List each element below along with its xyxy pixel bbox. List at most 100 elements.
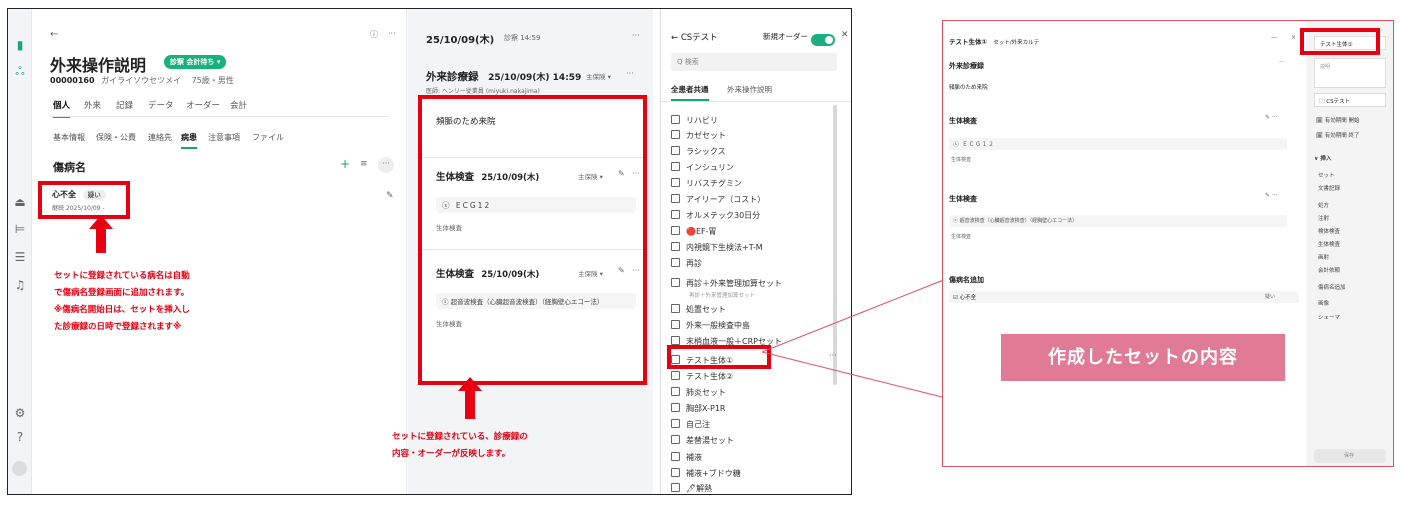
set-item[interactable]: 肺炎セット <box>671 385 831 401</box>
set-item[interactable]: 補液+ブドウ糖 <box>671 466 831 482</box>
scrollbar[interactable] <box>833 105 837 385</box>
tab-outpatient[interactable]: 外来 <box>84 99 101 111</box>
set-item[interactable]: 内視鏡下生検法+T-M <box>671 240 831 256</box>
insert-item[interactable]: シェーマ <box>1318 313 1340 321</box>
set-item[interactable]: 処置セット <box>671 302 831 318</box>
bell-icon[interactable]: ♫ <box>12 277 28 293</box>
insert-item[interactable]: セット <box>1318 171 1335 179</box>
insert-item[interactable]: 文書記録 <box>1318 184 1340 192</box>
info-icon[interactable]: ⓘ <box>370 29 378 40</box>
close-icon[interactable]: ✕ <box>841 30 849 40</box>
record-more-icon[interactable]: ··· <box>632 31 640 40</box>
save-button[interactable]: 保存 <box>1314 449 1386 463</box>
tab-orders[interactable]: オーダー <box>186 99 220 111</box>
set-item[interactable]: 補液 <box>671 450 831 466</box>
disease-row[interactable]: 心不全 疑い <box>52 189 106 200</box>
set-preview: テスト生体① セット/外来カルテ — × 外来診療録 ··· 頻脈のため来院 生… <box>942 20 1394 467</box>
insurance-select[interactable]: 主保険 ▾ <box>586 71 611 81</box>
set-item[interactable]: 胸部X-P1R <box>671 401 831 417</box>
preview-exam2-edit[interactable]: ✎ ··· <box>1265 192 1278 199</box>
tab-patient[interactable]: 外来操作説明 <box>727 84 772 95</box>
tab-common[interactable]: 全患者共通 <box>671 84 709 101</box>
exam2-edit-icon[interactable]: ✎ <box>618 266 625 275</box>
patients-icon[interactable]: ஃ <box>12 63 28 79</box>
set-item[interactable]: 再診 <box>671 256 831 272</box>
tab-billing[interactable]: 会計 <box>230 99 247 111</box>
title-more-icon[interactable]: ··· <box>626 69 634 78</box>
insert-item[interactable]: 生体検査 <box>1318 240 1340 248</box>
insert-item[interactable]: 処方 <box>1318 201 1329 209</box>
exam1-more-icon[interactable]: ··· <box>632 169 640 178</box>
exam2-insurance[interactable]: 主保険 ▾ <box>578 268 603 278</box>
back-icon[interactable]: ← <box>50 29 58 40</box>
tab-records[interactable]: 記録 <box>116 99 133 111</box>
set-item[interactable]: オルメテック30日分 <box>671 208 831 224</box>
preview-exam1-edit[interactable]: ✎ ··· <box>1265 114 1278 121</box>
filter-icon[interactable]: ≡ <box>360 159 368 169</box>
tab-data[interactable]: データ <box>148 99 174 111</box>
set-item[interactable]: 差替湯セット <box>671 433 831 449</box>
set-doc-icon <box>671 226 680 235</box>
set-item[interactable]: 自己注 <box>671 417 831 433</box>
set-item[interactable]: 外来一般検査中島 <box>671 318 831 334</box>
exam2-more-icon[interactable]: ··· <box>632 266 640 275</box>
set-item[interactable]: ラシックス <box>671 144 831 160</box>
subtab-insurance[interactable]: 保険・公費 <box>96 132 136 143</box>
subtab-files[interactable]: ファイル <box>252 132 284 143</box>
help-icon[interactable]: ? <box>12 429 28 445</box>
set-item[interactable]: テスト生体② <box>671 369 831 385</box>
subtab-notes[interactable]: 注意事項 <box>208 132 240 143</box>
exam1-edit-icon[interactable]: ✎ <box>618 169 625 178</box>
subtab-disease[interactable]: 病患 <box>181 132 197 149</box>
insert-item[interactable]: 注射 <box>1318 214 1329 222</box>
insert-item[interactable]: 画像 <box>1318 299 1329 307</box>
record-header-date: 25/10/09(木) <box>426 35 495 46</box>
cs-back-title[interactable]: ← CSテスト <box>671 31 718 43</box>
record-header-link[interactable]: 診察 14:59 <box>504 33 540 43</box>
insert-item[interactable]: 傷病名追加 <box>1318 283 1346 291</box>
subtab-basic[interactable]: 基本情報 <box>53 132 85 143</box>
list-icon[interactable]: ☰ <box>12 249 28 265</box>
set-item[interactable]: リバスチグミン <box>671 176 831 192</box>
preview-complaint: 頻脈のため来院 <box>949 85 988 91</box>
preview-sidebar: テスト生体① 説明 🗀 CSテスト 🗓 有効期間 開始 🗓 有効期間 終了 ∨ … <box>1306 21 1393 466</box>
set-doc-icon <box>671 162 680 171</box>
more-icon[interactable]: ··· <box>388 29 396 38</box>
add-icon[interactable]: + <box>340 157 350 171</box>
insert-header[interactable]: ∨ 挿入 <box>1314 154 1331 162</box>
status-badge[interactable]: 診察 会計待ち ▾ <box>164 55 227 69</box>
start-date[interactable]: 🗓 有効期間 開始 <box>1316 116 1359 124</box>
set-item[interactable]: リハビリ <box>671 113 831 129</box>
edit-icon[interactable]: ✎ <box>386 191 394 201</box>
exam1-insurance[interactable]: 主保険 ▾ <box>578 171 603 181</box>
eject-icon[interactable]: ⏏ <box>12 194 28 210</box>
new-order-toggle[interactable] <box>811 29 835 48</box>
settings-icon[interactable]: ⚙ <box>12 405 28 421</box>
preview-s1-more[interactable]: ··· <box>1279 59 1285 66</box>
insert-item[interactable]: 画射 <box>1318 253 1329 261</box>
folder-select[interactable]: 🗀 CSテスト <box>1314 93 1386 107</box>
patient-age-sex: 75歳・男性 <box>191 76 234 85</box>
preview-more-icon[interactable]: — <box>1271 34 1277 41</box>
insert-item[interactable]: 検体検査 <box>1318 227 1340 235</box>
set-item[interactable]: カゼセット <box>671 128 831 144</box>
avatar[interactable] <box>12 461 27 476</box>
insert-item[interactable]: 会計依頼 <box>1318 266 1340 274</box>
set-desc-field[interactable]: 説明 <box>1314 58 1386 88</box>
set-item[interactable]: アイリーア（コスト） <box>671 192 831 208</box>
patient-kana: ガイライソウセツメイ <box>101 76 182 85</box>
set-more-icon[interactable]: ··· <box>829 351 837 360</box>
preview-close-icon[interactable]: × <box>1291 34 1296 41</box>
set-item[interactable]: 🔴EF-胃 <box>671 224 831 240</box>
subtab-contact[interactable]: 連絡先 <box>148 132 172 143</box>
set-item[interactable]: 🖊解熱 <box>671 481 831 494</box>
complaint-text[interactable]: 頻脈のため来院 <box>436 115 496 127</box>
bed-icon[interactable]: ⊨ <box>12 221 28 237</box>
set-item-label: 胸部X-P1R <box>686 404 726 413</box>
search-input[interactable]: Q 検索 <box>671 53 837 71</box>
end-date[interactable]: 🗓 有効期間 終了 <box>1316 131 1359 139</box>
set-item[interactable]: 再診＋外来管理加算セット <box>671 276 831 292</box>
menu-icon[interactable]: ··· <box>378 157 394 173</box>
set-item[interactable]: インシュリン <box>671 160 831 176</box>
exam2-title: 生体検査 25/10/09(木) <box>436 269 540 280</box>
